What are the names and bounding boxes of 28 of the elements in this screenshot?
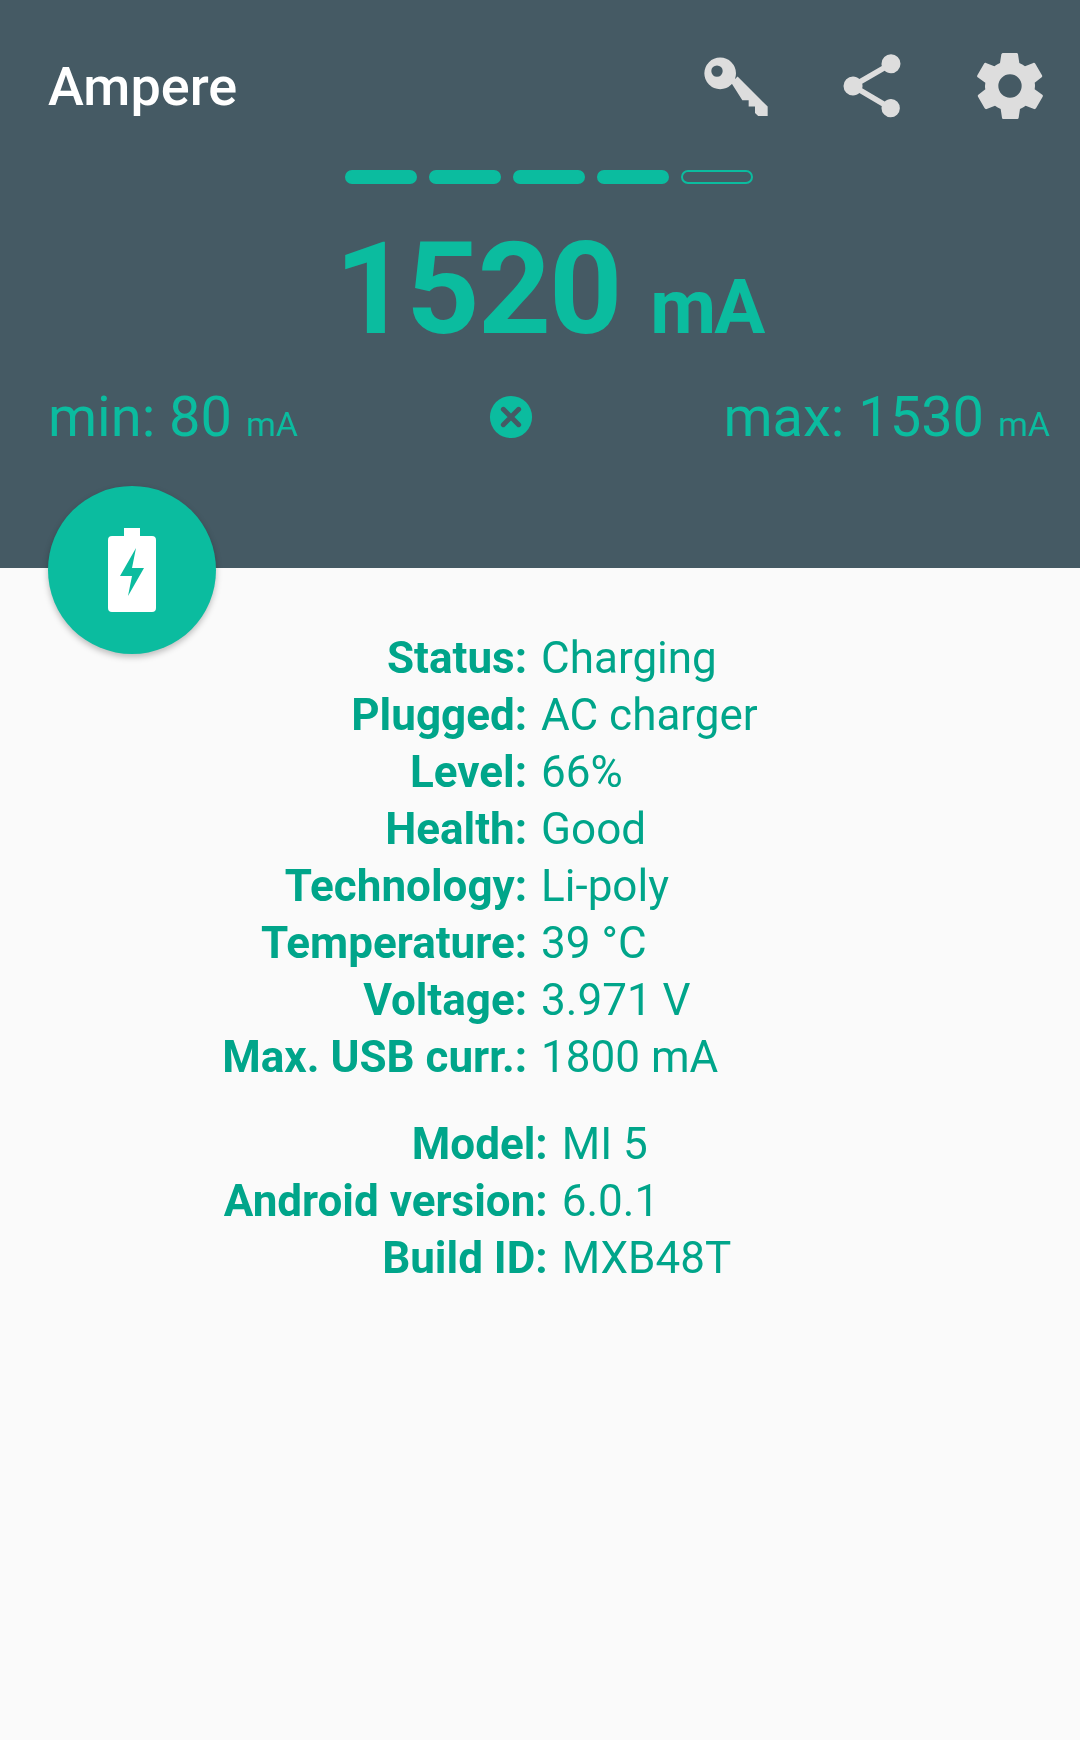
info-value: Charging bbox=[541, 631, 718, 686]
app-title: Ampere bbox=[48, 54, 238, 118]
info-value: AC charger bbox=[541, 688, 758, 743]
info-value: 6.0.1 bbox=[561, 1174, 661, 1229]
info-label: Status: bbox=[386, 631, 528, 686]
info-value: 39 °C bbox=[541, 916, 648, 971]
info-label: Plugged: bbox=[350, 688, 528, 743]
min-reading: min: 80 mA bbox=[48, 384, 298, 450]
reset-icon[interactable] bbox=[487, 394, 534, 440]
battery-charging-icon bbox=[108, 528, 156, 612]
info-value: MI 5 bbox=[561, 1117, 649, 1172]
info-label: Android version: bbox=[223, 1174, 548, 1229]
info-label: Technology: bbox=[283, 859, 528, 914]
info-label: Max. USB curr.: bbox=[222, 1030, 528, 1085]
info-value: MXB48T bbox=[561, 1231, 732, 1286]
info-value: 66% bbox=[541, 745, 624, 800]
info-label: Temperature: bbox=[260, 916, 528, 971]
info-value: Good bbox=[541, 802, 648, 857]
info-label: Build ID: bbox=[381, 1231, 548, 1286]
info-label: Model: bbox=[410, 1117, 548, 1172]
info-label: Health: bbox=[384, 802, 528, 857]
info-label: Level: bbox=[409, 745, 528, 800]
info-value: Li-poly bbox=[541, 859, 670, 914]
info-label: Voltage: bbox=[362, 973, 528, 1028]
info-value: 1800 mA bbox=[541, 1030, 720, 1085]
info-value: 3.971 V bbox=[541, 973, 692, 1028]
max-reading: max: 1530 mA bbox=[723, 384, 1050, 450]
current-reading: 1520 mA bbox=[333, 214, 765, 366]
